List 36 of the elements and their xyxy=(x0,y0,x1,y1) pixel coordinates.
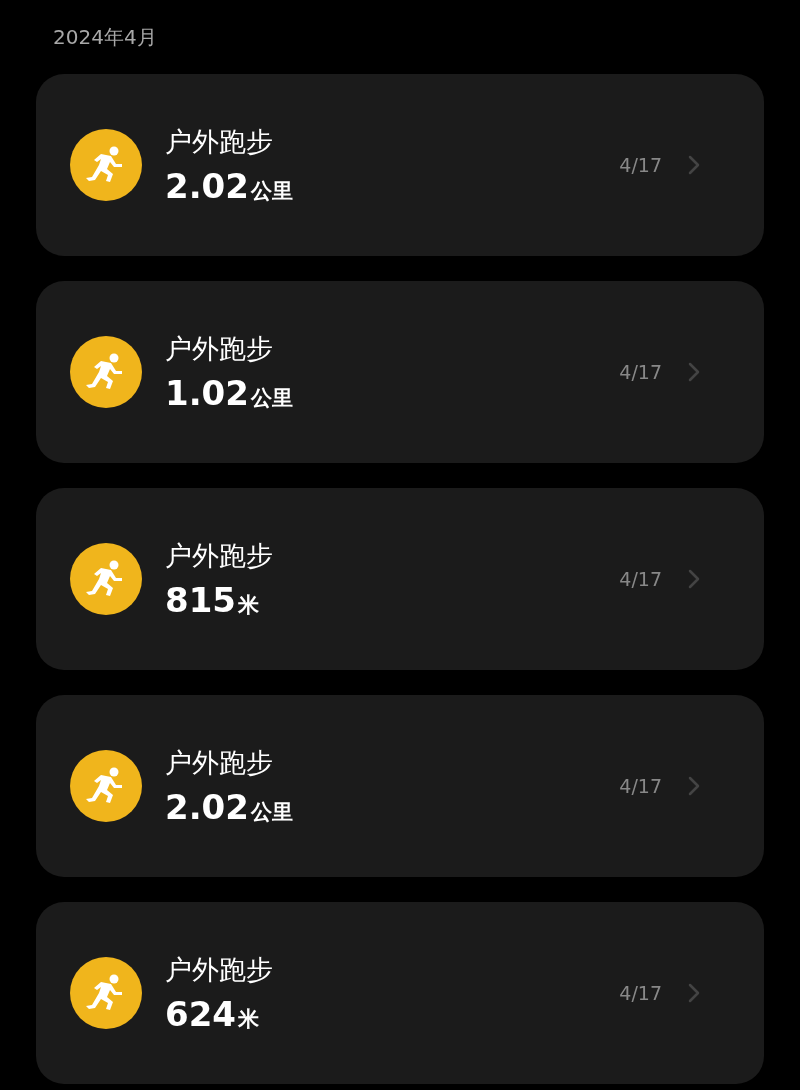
running-icon xyxy=(70,957,142,1029)
workout-date: 4/17 xyxy=(619,982,662,1004)
workout-title: 户外跑步 xyxy=(165,332,274,366)
chevron-right-icon xyxy=(688,569,700,589)
workout-date: 4/17 xyxy=(619,568,662,590)
workout-date: 4/17 xyxy=(619,154,662,176)
distance-value: 2.02 xyxy=(165,787,249,827)
running-icon xyxy=(70,129,142,201)
chevron-right-icon xyxy=(688,776,700,796)
distance-value: 624 xyxy=(165,994,236,1034)
workout-card[interactable]: 户外跑步 2.02 公里 4/17 xyxy=(36,74,764,256)
chevron-right-icon xyxy=(688,362,700,382)
workout-title: 户外跑步 xyxy=(165,953,274,987)
distance-unit: 公里 xyxy=(250,385,293,412)
workout-card[interactable]: 户外跑步 624米 4/17 xyxy=(36,902,764,1084)
distance-unit: 米 xyxy=(238,592,259,619)
workout-title: 户外跑步 xyxy=(165,125,274,159)
distance-unit: 米 xyxy=(238,1006,259,1033)
running-icon xyxy=(70,543,142,615)
workout-date: 4/17 xyxy=(619,775,662,797)
workout-title: 户外跑步 xyxy=(165,746,274,780)
distance-value: 2.02 xyxy=(165,166,249,206)
distance-value: 1.02 xyxy=(165,373,249,413)
workout-card[interactable]: 户外跑步 815米 4/17 xyxy=(36,488,764,670)
distance-value: 815 xyxy=(165,580,236,620)
distance-unit: 公里 xyxy=(250,799,293,826)
workout-date: 4/17 xyxy=(619,361,662,383)
chevron-right-icon xyxy=(688,155,700,175)
running-icon xyxy=(70,336,142,408)
month-header: 2024年4月 xyxy=(53,25,157,49)
workout-card[interactable]: 户外跑步 1.02 公里 4/17 xyxy=(36,281,764,463)
distance-unit: 公里 xyxy=(250,178,293,205)
running-icon xyxy=(70,750,142,822)
chevron-right-icon xyxy=(688,983,700,1003)
workout-title: 户外跑步 xyxy=(165,539,274,573)
workout-card[interactable]: 户外跑步 2.02 公里 4/17 xyxy=(36,695,764,877)
